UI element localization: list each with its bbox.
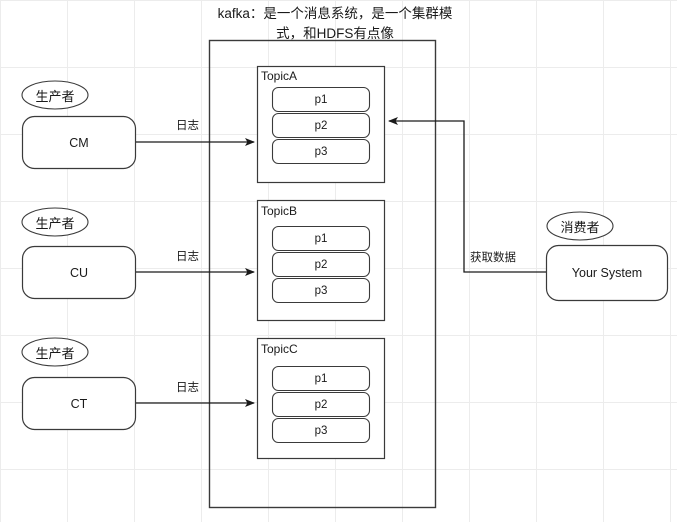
diagram-title-line-2: 式，和HDFS有点像: [276, 25, 394, 41]
edge-label-log-3: 日志: [176, 382, 199, 394]
producer-name-cm: CM: [69, 135, 89, 150]
producer-name-cu: CU: [69, 265, 89, 280]
producer-role-label-2: 生产者: [35, 215, 75, 231]
partition-label-c-p3: p3: [314, 424, 328, 437]
diagram-title-line-1: kafka：是一个消息系统，是一个集群模: [217, 6, 453, 21]
topic-title-a: TopicA: [261, 69, 298, 83]
edge-label-fetch-data: 获取数据: [470, 252, 516, 264]
edge-consumer-fetch-topic-a: [388, 117, 546, 273]
producer-role-label-1: 生产者: [35, 88, 75, 104]
topic-title-b: TopicB: [261, 204, 298, 218]
partition-label-a-p2: p2: [314, 119, 328, 132]
partition-label-a-p3: p3: [314, 145, 328, 158]
producer-name-ct: CT: [70, 396, 88, 411]
partition-label-c-p1: p1: [314, 372, 328, 385]
consumer-role-label: 消费者: [560, 219, 600, 235]
partition-label-b-p1: p1: [314, 232, 328, 245]
consumer-name-your-system: Your System: [571, 266, 643, 280]
partition-label-c-p2: p2: [314, 398, 328, 411]
producer-role-label-3: 生产者: [35, 345, 75, 361]
partition-label-a-p1: p1: [314, 93, 328, 106]
diagram-title: kafka：是一个消息系统，是一个集群模 式，和HDFS有点像: [190, 4, 480, 43]
edge-label-log-1: 日志: [176, 120, 199, 132]
topic-title-c: TopicC: [261, 342, 298, 356]
partition-label-b-p3: p3: [314, 284, 328, 297]
diagram-canvas: kafka：是一个消息系统，是一个集群模 式，和HDFS有点像 生产者 生产者 …: [0, 0, 677, 522]
partition-label-b-p2: p2: [314, 258, 328, 271]
edge-label-log-2: 日志: [176, 251, 199, 263]
